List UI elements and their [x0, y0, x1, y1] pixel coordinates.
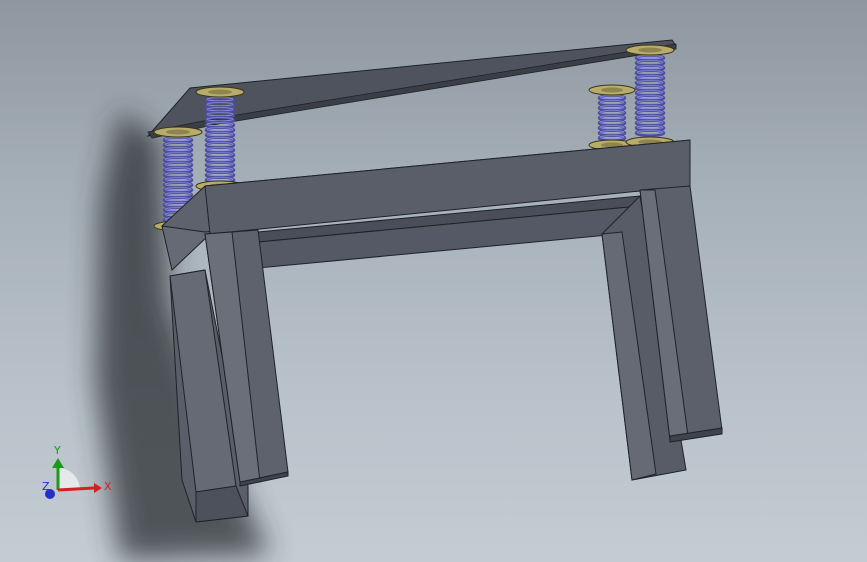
washer-hole	[638, 47, 662, 53]
triad-base-quarter	[58, 468, 80, 490]
model-view[interactable]	[0, 0, 867, 562]
x-axis-arrow-icon	[94, 483, 102, 493]
y-axis-arrow-icon	[52, 458, 64, 468]
frame	[160, 139, 723, 523]
axis-triad[interactable]: Y X Z	[38, 440, 118, 510]
washer-hole	[166, 129, 190, 135]
x-axis-label: X	[104, 480, 112, 493]
z-axis-label: Z	[42, 480, 50, 493]
x-axis-line	[57, 486, 95, 492]
washer-hole	[208, 89, 232, 95]
washer-hole	[601, 87, 623, 93]
y-axis-label: Y	[53, 444, 61, 457]
cad-viewport[interactable]: Y X Z	[0, 0, 867, 562]
spring-4	[625, 44, 675, 148]
